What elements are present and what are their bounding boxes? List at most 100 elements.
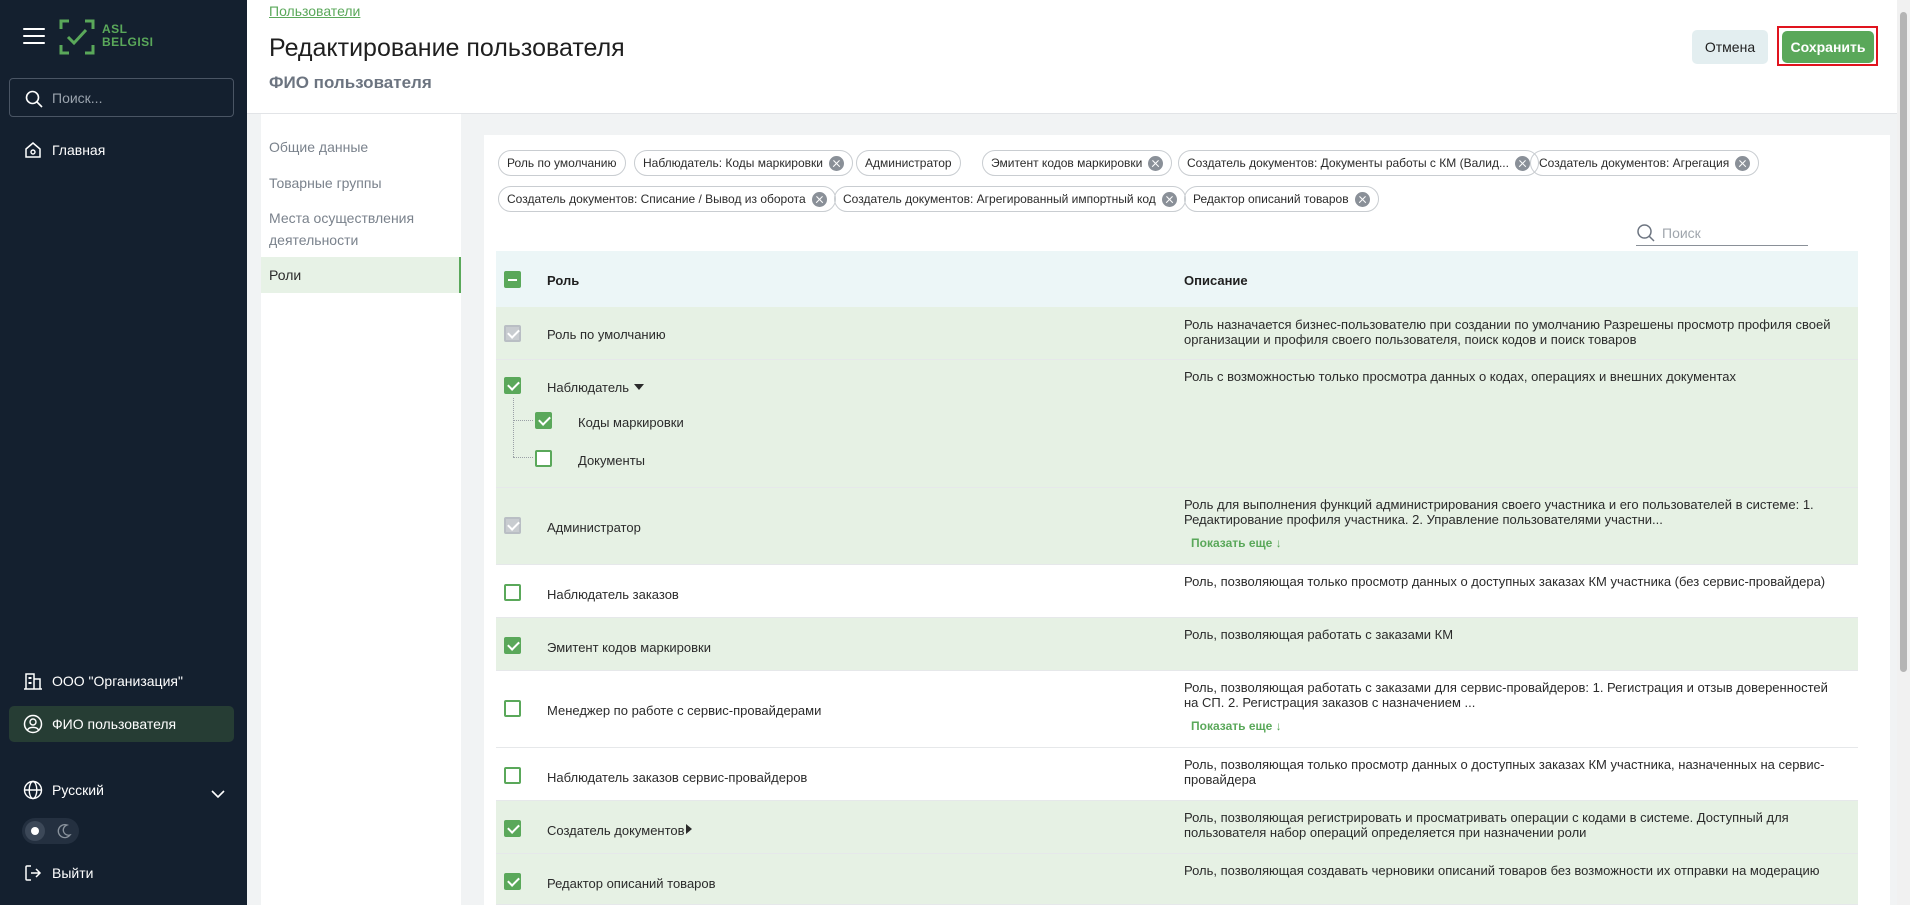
tab-product-groups[interactable]: Товарные группы bbox=[261, 170, 461, 196]
close-icon[interactable] bbox=[811, 191, 827, 207]
subrole-checkbox[interactable] bbox=[535, 412, 552, 429]
role-description: Роль, позволяющая только просмотр данных… bbox=[1184, 757, 1825, 787]
close-icon[interactable] bbox=[1735, 155, 1751, 171]
tab-roles[interactable]: Роли bbox=[261, 257, 461, 293]
logo-icon bbox=[59, 19, 95, 55]
chip-label: Наблюдатель: Коды маркировки bbox=[643, 156, 823, 170]
search-icon bbox=[25, 90, 43, 108]
sidebar: ASL BELGISI Главная ООО "Организация" ФИ… bbox=[0, 0, 247, 905]
table-header: Роль Описание bbox=[496, 251, 1858, 307]
role-checkbox[interactable] bbox=[504, 820, 521, 837]
chip-label: Создатель документов: Агрегированный имп… bbox=[843, 192, 1156, 206]
home-icon bbox=[25, 142, 41, 158]
chip: Наблюдатель: Коды маркировки bbox=[634, 150, 853, 176]
tree-connector bbox=[513, 420, 533, 421]
chip: Редактор описаний товаров bbox=[1184, 186, 1379, 212]
select-all-checkbox[interactable] bbox=[504, 271, 521, 288]
role-name: Создатель документов bbox=[547, 823, 685, 838]
role-name: Наблюдатель bbox=[547, 380, 630, 395]
role-name: Редактор описаний товаров bbox=[547, 876, 716, 891]
close-icon[interactable] bbox=[1514, 155, 1530, 171]
chip-label: Создатель документов: Списание / Вывод и… bbox=[507, 192, 806, 206]
sidebar-item-home[interactable]: Главная bbox=[9, 132, 234, 168]
chip: Эмитент кодов маркировки bbox=[982, 150, 1173, 176]
role-name: Наблюдатель заказов сервис-провайдеров bbox=[547, 770, 808, 785]
table-row: Наблюдатель Роль с возможностью только п… bbox=[496, 360, 1858, 488]
sun-icon[interactable] bbox=[25, 821, 45, 841]
close-icon[interactable] bbox=[1148, 155, 1164, 171]
sidebar-item-organization-label: ООО "Организация" bbox=[52, 673, 183, 689]
role-description: Роль, позволяющая создавать черновики оп… bbox=[1184, 863, 1820, 878]
table-row: Роль по умолчанию Роль назначается бизне… bbox=[496, 307, 1858, 360]
column-description-header: Описание bbox=[1184, 273, 1248, 288]
language-label: Русский bbox=[52, 782, 104, 798]
sidebar-item-organization[interactable]: ООО "Организация" bbox=[9, 663, 234, 699]
scrollbar-thumb[interactable] bbox=[1900, 12, 1907, 672]
role-description: Роль, позволяющая регистрировать и просм… bbox=[1184, 810, 1789, 840]
user-icon bbox=[23, 714, 43, 734]
roles-panel: Роль по умолчанию Наблюдатель: Коды марк… bbox=[484, 135, 1890, 905]
column-role-header: Роль bbox=[547, 273, 580, 288]
role-checkbox[interactable] bbox=[504, 700, 521, 717]
chip-label: Эмитент кодов маркировки bbox=[991, 156, 1143, 170]
expand-caret-icon[interactable] bbox=[686, 824, 692, 834]
breadcrumb-users[interactable]: Пользователи bbox=[269, 3, 360, 19]
table-row: Менеджер по работе с сервис-провайдерами… bbox=[496, 671, 1858, 748]
role-description: Роль, позволяющая работать с заказами дл… bbox=[1184, 680, 1828, 710]
table-search-input[interactable] bbox=[1662, 224, 1802, 242]
table-search[interactable] bbox=[1636, 220, 1808, 246]
moon-icon[interactable] bbox=[56, 823, 72, 839]
chip: Создатель документов: Агрегация bbox=[1530, 150, 1760, 176]
close-icon[interactable] bbox=[1161, 191, 1177, 207]
chip-label: Администратор bbox=[865, 156, 952, 170]
table-row: Создатель документов Роль, позволяющая р… bbox=[496, 801, 1858, 854]
role-checkbox[interactable] bbox=[504, 377, 521, 394]
role-checkbox[interactable] bbox=[504, 767, 521, 784]
scrollbar[interactable] bbox=[1897, 0, 1910, 905]
role-name: Менеджер по работе с сервис-провайдерами bbox=[547, 703, 822, 718]
globe-icon bbox=[23, 780, 43, 800]
tab-general[interactable]: Общие данные bbox=[261, 134, 461, 160]
role-name: Роль по умолчанию bbox=[547, 327, 666, 342]
subrole-name: Коды маркировки bbox=[578, 415, 684, 430]
logout-icon bbox=[25, 865, 42, 881]
language-selector[interactable]: Русский bbox=[9, 772, 234, 808]
sidebar-item-user-label: ФИО пользователя bbox=[52, 716, 177, 732]
theme-toggle[interactable] bbox=[22, 818, 79, 844]
show-more-link[interactable]: Показать еще ↓ bbox=[1191, 536, 1282, 550]
sidebar-item-home-label: Главная bbox=[52, 142, 106, 158]
sidebar-search-input[interactable] bbox=[52, 88, 222, 108]
subrole-name: Документы bbox=[578, 453, 646, 468]
subrole-checkbox[interactable] bbox=[535, 450, 552, 467]
expand-caret-icon[interactable] bbox=[634, 384, 644, 390]
role-description: Роль для выполнения функций администриро… bbox=[1184, 497, 1814, 527]
save-button[interactable]: Сохранить bbox=[1782, 31, 1874, 63]
show-more-link[interactable]: Показать еще ↓ bbox=[1191, 719, 1282, 733]
cancel-button[interactable]: Отмена bbox=[1692, 30, 1768, 64]
table-row: Наблюдатель заказов сервис-провайдеров Р… bbox=[496, 748, 1858, 801]
page-title: Редактирование пользователя bbox=[269, 34, 625, 62]
page-subtitle: ФИО пользователя bbox=[269, 73, 432, 92]
chip: Создатель документов: Документы работы с… bbox=[1178, 150, 1539, 176]
close-icon[interactable] bbox=[1354, 191, 1370, 207]
logo[interactable]: ASL BELGISI bbox=[58, 17, 158, 57]
role-checkbox[interactable] bbox=[504, 637, 521, 654]
sidebar-item-user[interactable]: ФИО пользователя bbox=[9, 706, 234, 742]
logo-text-belgisi: BELGISI bbox=[102, 35, 154, 49]
role-name: Эмитент кодов маркировки bbox=[547, 640, 711, 655]
role-checkbox[interactable] bbox=[504, 873, 521, 890]
menu-icon[interactable] bbox=[23, 28, 45, 44]
building-icon bbox=[24, 673, 42, 690]
chevron-down-icon[interactable] bbox=[210, 786, 226, 802]
logout-button[interactable]: Выйти bbox=[9, 855, 234, 891]
role-description: Роль с возможностью только просмотра дан… bbox=[1184, 369, 1737, 384]
close-icon[interactable] bbox=[828, 155, 844, 171]
tab-locations[interactable]: Места осуществления деятельности bbox=[261, 206, 461, 252]
main-area: Пользователи Редактирование пользователя… bbox=[247, 0, 1897, 905]
role-checkbox bbox=[504, 325, 521, 342]
table-row: Наблюдатель заказов Роль, позволяющая то… bbox=[496, 565, 1858, 618]
tree-connector bbox=[513, 398, 514, 457]
sidebar-search[interactable] bbox=[9, 78, 234, 117]
role-name: Наблюдатель заказов bbox=[547, 587, 679, 602]
role-checkbox[interactable] bbox=[504, 584, 521, 601]
